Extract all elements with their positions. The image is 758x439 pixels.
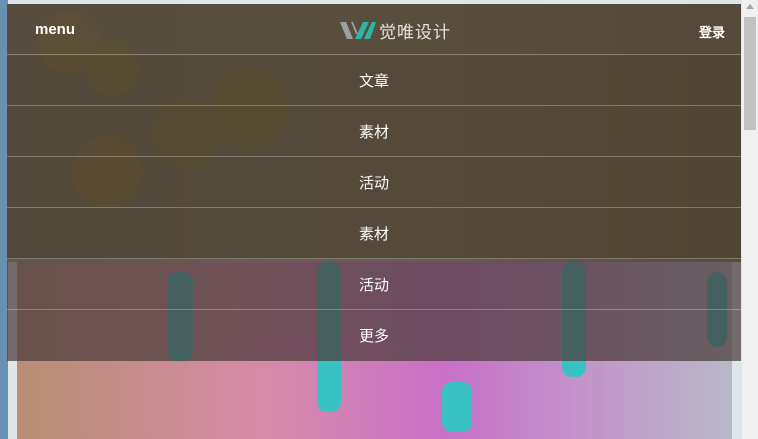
logo-mark-icon [340,21,376,39]
menu-item-materials-2[interactable]: 素材 [7,208,741,259]
vertical-scrollbar[interactable] [741,0,758,439]
paint-drip [442,382,472,432]
menu-item-events[interactable]: 活动 [7,157,741,208]
scrollbar-thumb[interactable] [744,17,756,130]
login-link[interactable]: 登录 [699,22,725,41]
menu-toggle[interactable]: menu [35,21,75,38]
menu-item-more[interactable]: 更多 [7,310,741,361]
site-logo[interactable]: 觉唯设计 [339,18,451,43]
menu-item-materials[interactable]: 素材 [7,106,741,157]
menu-item-events-2[interactable]: 活动 [7,259,741,310]
scroll-up-arrow-icon[interactable] [746,4,754,9]
menu-item-articles[interactable]: 文章 [7,55,741,106]
logo-text: 觉唯设计 [379,23,451,43]
top-nav-bar: menu 觉唯设计 登录 [7,4,741,55]
dropdown-menu: 文章 素材 活动 素材 活动 更多 [7,55,741,361]
